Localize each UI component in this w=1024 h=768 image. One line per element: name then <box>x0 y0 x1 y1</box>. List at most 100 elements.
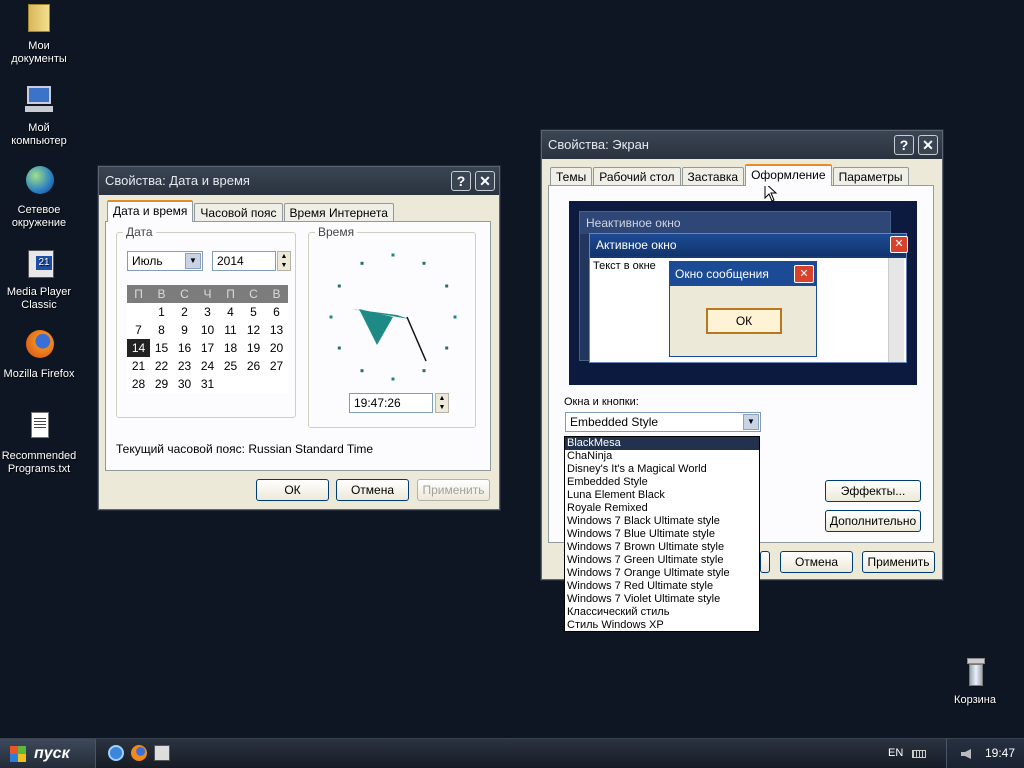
keyboard-icon[interactable] <box>912 750 926 758</box>
calendar-grid: П В С Ч П С В 1 2 3 4 5 6 7 8 9 10 11 12 13 14 15 16 17 18 19 20 21… <box>127 285 288 393</box>
effects-button[interactable]: Эффекты... <box>825 480 921 502</box>
calendar-day[interactable]: 27 <box>265 357 288 375</box>
year-field[interactable]: 2014 <box>212 251 276 271</box>
date-group: Дата Июль ▼ 2014 ▲ ▼ П В С Ч П С В 1 2 3 4 5 6 7 8 9 10 11… <box>116 225 296 418</box>
calendar-day[interactable]: 19 <box>242 339 265 357</box>
calendar-day[interactable]: 10 <box>196 321 219 339</box>
calendar-day[interactable]: 20 <box>265 339 288 357</box>
calendar-day[interactable]: 31 <box>196 375 219 393</box>
style-option[interactable]: ChaNinja <box>565 450 759 463</box>
style-option[interactable]: Windows 7 Violet Ultimate style <box>565 593 759 606</box>
chevron-down-icon[interactable]: ▼ <box>185 253 201 269</box>
apply-button[interactable]: Применить <box>862 551 935 573</box>
help-button[interactable]: ? <box>894 135 914 155</box>
desktop-icon-firefox[interactable]: Mozilla Firefox <box>0 330 78 381</box>
desktop-icon-recycle-bin[interactable]: Корзина <box>936 656 1014 707</box>
language-indicator[interactable]: EN <box>888 747 903 759</box>
calendar-day[interactable]: 30 <box>173 375 196 393</box>
calendar-day[interactable]: 22 <box>150 357 173 375</box>
tab-date-time[interactable]: Дата и время <box>107 200 194 222</box>
ok-button[interactable] <box>760 551 770 573</box>
style-option[interactable]: Классический стиль <box>565 606 759 619</box>
style-option[interactable]: BlackMesa <box>565 437 759 450</box>
calendar-day[interactable]: 14 <box>127 339 150 357</box>
calendar-day[interactable]: 15 <box>150 339 173 357</box>
titlebar[interactable]: Свойства: Дата и время ? ✕ <box>99 167 499 195</box>
tab-appearance[interactable]: Оформление <box>745 164 832 186</box>
calendar-day[interactable]: 24 <box>196 357 219 375</box>
quicklaunch-firefox-icon[interactable] <box>131 745 147 761</box>
calendar-day[interactable]: 12 <box>242 321 265 339</box>
calendar-day[interactable]: 21 <box>127 357 150 375</box>
desktop-icon-my-documents[interactable]: Мои документы <box>0 2 78 66</box>
calendar-day[interactable]: 17 <box>196 339 219 357</box>
desktop-icon-label: Мой компьютер <box>11 122 67 147</box>
tab-screensaver[interactable]: Заставка <box>681 167 745 186</box>
clock-tick <box>329 315 333 319</box>
tab-timezone[interactable]: Часовой пояс <box>194 203 283 222</box>
calendar-day[interactable]: 9 <box>173 321 196 339</box>
help-button[interactable]: ? <box>451 171 471 191</box>
style-option[interactable]: Windows 7 Black Ultimate style <box>565 515 759 528</box>
tab-themes[interactable]: Темы <box>550 167 593 186</box>
desktop-icon-network[interactable]: Сетевое окружение <box>0 166 78 230</box>
style-option[interactable]: Windows 7 Brown Ultimate style <box>565 541 759 554</box>
style-option[interactable]: Luna Element Black <box>565 489 759 502</box>
style-option[interactable]: Windows 7 Orange Ultimate style <box>565 567 759 580</box>
close-button[interactable]: ✕ <box>475 171 495 191</box>
calendar-day[interactable]: 1 <box>150 303 173 321</box>
calendar-day[interactable]: 7 <box>127 321 150 339</box>
time-field[interactable]: 19:47:26 <box>349 393 433 413</box>
calendar-day[interactable]: 11 <box>219 321 242 339</box>
calendar-day[interactable]: 18 <box>219 339 242 357</box>
ok-button[interactable]: ОК <box>256 479 329 501</box>
titlebar[interactable]: Свойства: Экран ? ✕ <box>542 131 942 159</box>
style-option[interactable]: Windows 7 Blue Ultimate style <box>565 528 759 541</box>
preview-active-title: Активное окно <box>590 234 906 256</box>
style-dropdown[interactable]: Embedded Style ▼ <box>565 412 761 432</box>
calendar-day[interactable]: 29 <box>150 375 173 393</box>
calendar-day[interactable]: 3 <box>196 303 219 321</box>
tab-internet-time[interactable]: Время Интернета <box>283 203 394 222</box>
clock[interactable]: 19:47 <box>985 746 1015 760</box>
advanced-button[interactable]: Дополнительно <box>825 510 921 532</box>
calendar-day[interactable]: 28 <box>127 375 150 393</box>
style-option[interactable]: Стиль Windows XP <box>565 619 759 632</box>
calendar-day[interactable]: 8 <box>150 321 173 339</box>
calendar-day[interactable]: 13 <box>265 321 288 339</box>
close-button[interactable]: ✕ <box>918 135 938 155</box>
quicklaunch-ie-icon[interactable] <box>108 745 124 761</box>
cancel-button[interactable]: Отмена <box>336 479 409 501</box>
calendar-week-row: 14 15 16 17 18 19 20 <box>127 339 288 357</box>
desktop-icon-my-computer[interactable]: Мой компьютер <box>0 84 78 148</box>
calendar-day[interactable]: 6 <box>265 303 288 321</box>
tab-desktop[interactable]: Рабочий стол <box>593 167 681 186</box>
cancel-button[interactable]: Отмена <box>780 551 853 573</box>
calendar-day[interactable]: 26 <box>242 357 265 375</box>
computer-icon <box>22 84 56 118</box>
style-option[interactable]: Windows 7 Green Ultimate style <box>565 554 759 567</box>
calendar-day[interactable]: 2 <box>173 303 196 321</box>
year-spinner[interactable]: ▲ ▼ <box>277 251 291 271</box>
tab-settings[interactable]: Параметры <box>832 167 909 186</box>
style-option[interactable]: Royale Remixed <box>565 502 759 515</box>
apply-button[interactable]: Применить <box>417 479 490 501</box>
preview-scrollbar <box>888 258 904 362</box>
volume-icon[interactable] <box>961 749 971 759</box>
weekday-label: С <box>249 287 258 301</box>
calendar-day[interactable]: 23 <box>173 357 196 375</box>
quicklaunch-media-player-icon[interactable] <box>154 745 170 761</box>
chevron-down-icon[interactable]: ▼ <box>743 414 759 430</box>
desktop-icon-recommended-programs[interactable]: Recommended Programs.txt <box>0 412 78 476</box>
calendar-day[interactable]: 5 <box>242 303 265 321</box>
style-option[interactable]: Windows 7 Red Ultimate style <box>565 580 759 593</box>
start-button[interactable]: пуск <box>0 739 96 768</box>
time-spinner[interactable]: ▲ ▼ <box>435 393 449 413</box>
style-option[interactable]: Embedded Style <box>565 476 759 489</box>
style-option[interactable]: Disney's It's a Magical World <box>565 463 759 476</box>
month-select[interactable]: Июль ▼ <box>127 251 203 271</box>
desktop-icon-media-player[interactable]: 21 Media Player Classic <box>0 248 78 312</box>
calendar-day[interactable]: 4 <box>219 303 242 321</box>
calendar-day[interactable]: 25 <box>219 357 242 375</box>
calendar-day[interactable]: 16 <box>173 339 196 357</box>
